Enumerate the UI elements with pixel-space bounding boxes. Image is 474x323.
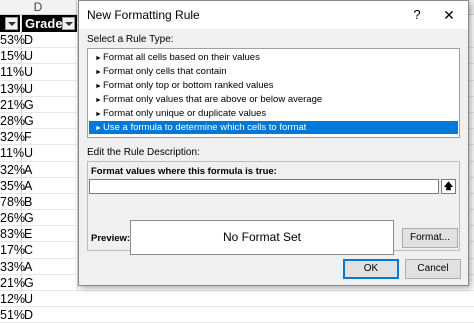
help-button[interactable]: ? bbox=[407, 5, 427, 25]
percent-cell[interactable]: 83% bbox=[0, 226, 25, 242]
header-grade-label: Grade bbox=[25, 16, 63, 31]
bullet-arrow-icon: ► bbox=[95, 97, 102, 104]
percent-cell[interactable]: 53% bbox=[0, 32, 25, 48]
percent-cell[interactable]: 32% bbox=[0, 129, 25, 145]
percent-cell[interactable]: 11% bbox=[0, 64, 24, 80]
percent-cell[interactable]: 33% bbox=[0, 259, 25, 275]
grade-cell[interactable]: E bbox=[24, 226, 32, 242]
format-button[interactable]: Format... bbox=[402, 228, 458, 248]
edit-rule-description-label: Edit the Rule Description: bbox=[87, 147, 200, 158]
grade-cell[interactable]: A bbox=[24, 162, 32, 178]
table-row: 12% U bbox=[0, 291, 474, 308]
rule-type-item[interactable]: ►Format only unique or duplicate values bbox=[89, 107, 458, 120]
rule-type-item[interactable]: ►Format only cells that contain bbox=[89, 65, 458, 78]
rule-type-item[interactable]: ►Format only top or bottom ranked values bbox=[89, 79, 458, 92]
grade-cell[interactable]: D bbox=[24, 307, 33, 323]
header-cell-c[interactable] bbox=[0, 15, 20, 32]
preview-label: Preview: bbox=[91, 233, 131, 244]
percent-cell[interactable]: 21% bbox=[0, 97, 25, 113]
grade-cell[interactable]: B bbox=[24, 194, 32, 210]
grade-cell[interactable]: G bbox=[24, 275, 34, 291]
dialog-titlebar[interactable]: New Formatting Rule ? ✕ bbox=[79, 1, 468, 29]
rule-type-item[interactable]: ►Use a formula to determine which cells … bbox=[89, 121, 458, 134]
grade-cell[interactable]: U bbox=[24, 291, 33, 307]
percent-cell[interactable]: 28% bbox=[0, 113, 25, 129]
grade-cell[interactable]: G bbox=[24, 97, 34, 113]
rule-type-item[interactable]: ►Format all cells based on their values bbox=[89, 51, 458, 64]
grade-cell[interactable]: U bbox=[24, 81, 33, 97]
close-button[interactable]: ✕ bbox=[439, 5, 459, 25]
grade-cell[interactable]: F bbox=[24, 129, 32, 145]
grade-cell[interactable]: A bbox=[24, 178, 32, 194]
percent-cell[interactable]: 78% bbox=[0, 194, 25, 210]
dialog-title: New Formatting Rule bbox=[87, 8, 200, 22]
percent-cell[interactable]: 17% bbox=[0, 242, 25, 258]
rule-type-list[interactable]: ►Format all cells based on their values ►… bbox=[87, 48, 460, 138]
percent-cell[interactable]: 15% bbox=[0, 48, 25, 64]
grade-cell[interactable]: U bbox=[24, 48, 33, 64]
rule-type-label: Format only top or bottom ranked values bbox=[103, 80, 274, 91]
percent-cell[interactable]: 51% bbox=[0, 307, 25, 323]
rule-type-label: Format all cells based on their values bbox=[103, 52, 260, 63]
cancel-button[interactable]: Cancel bbox=[405, 259, 461, 279]
percent-cell[interactable]: 13% bbox=[0, 81, 25, 97]
grade-cell[interactable]: D bbox=[24, 32, 33, 48]
preview-box: No Format Set bbox=[130, 220, 394, 255]
bullet-arrow-icon: ► bbox=[95, 55, 102, 62]
grade-cell[interactable]: G bbox=[24, 210, 34, 226]
select-rule-type-label: Select a Rule Type: bbox=[87, 34, 174, 45]
grade-cell[interactable]: G bbox=[24, 113, 34, 129]
rule-type-item[interactable]: ►Format only values that are above or be… bbox=[89, 93, 458, 106]
bullet-arrow-icon: ► bbox=[95, 111, 102, 118]
percent-cell[interactable]: 26% bbox=[0, 210, 25, 226]
table-row: 51% D bbox=[0, 307, 474, 323]
percent-cell[interactable]: 32% bbox=[0, 162, 25, 178]
bullet-arrow-icon: ► bbox=[95, 83, 102, 90]
bullet-arrow-icon: ► bbox=[95, 125, 102, 132]
percent-cell[interactable]: 35% bbox=[0, 178, 25, 194]
formula-input[interactable] bbox=[89, 179, 439, 194]
rule-type-label: Use a formula to determine which cells t… bbox=[103, 122, 307, 133]
grade-cell[interactable]: C bbox=[24, 242, 33, 258]
bullet-arrow-icon: ► bbox=[95, 69, 102, 76]
ok-button[interactable]: OK bbox=[343, 259, 399, 279]
grade-cell[interactable]: U bbox=[24, 64, 33, 80]
header-cell-grade[interactable]: Grade bbox=[22, 15, 77, 32]
filter-dropdown-icon[interactable] bbox=[5, 17, 18, 30]
grade-cell[interactable]: U bbox=[24, 145, 33, 161]
new-formatting-rule-dialog: New Formatting Rule ? ✕ Select a Rule Ty… bbox=[78, 0, 469, 286]
percent-cell[interactable]: 12% bbox=[0, 291, 25, 307]
rule-type-label: Format only cells that contain bbox=[103, 66, 227, 77]
rule-type-label: Format only unique or duplicate values bbox=[103, 108, 267, 119]
percent-cell[interactable]: 11% bbox=[0, 145, 24, 161]
rule-type-label: Format only values that are above or bel… bbox=[103, 94, 323, 105]
column-header-d[interactable]: D bbox=[0, 0, 77, 15]
formula-label: Format values where this formula is true… bbox=[91, 166, 277, 177]
collapse-dialog-icon[interactable]: 🡅 bbox=[441, 179, 456, 194]
filter-dropdown-icon[interactable] bbox=[62, 17, 75, 30]
grade-cell[interactable]: A bbox=[24, 259, 32, 275]
percent-cell[interactable]: 21% bbox=[0, 275, 25, 291]
